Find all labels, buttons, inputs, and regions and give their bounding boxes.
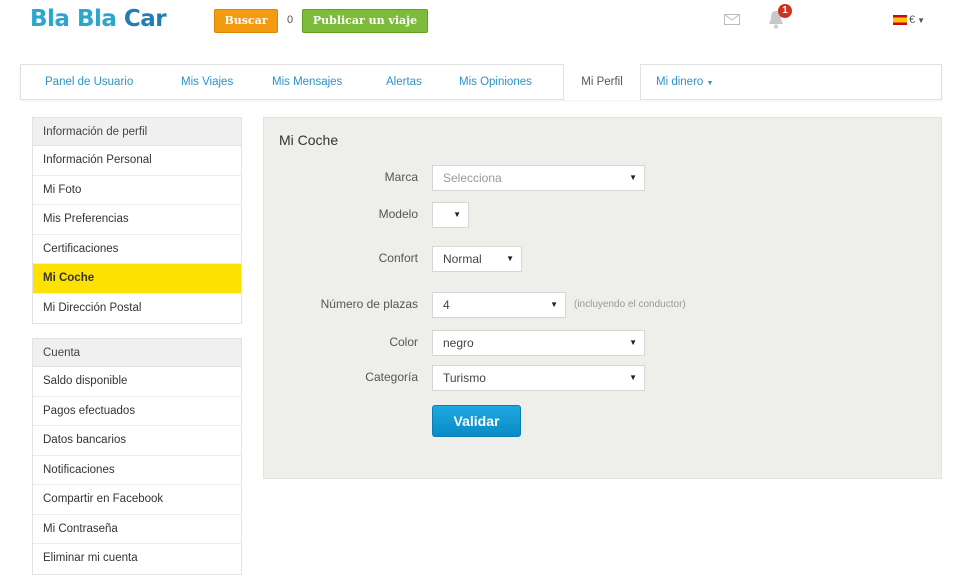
- categoria-select[interactable]: Turismo ▼: [432, 365, 645, 391]
- tab-mi-dinero-label: Mi dinero: [656, 76, 704, 88]
- confort-select-value: Normal: [443, 252, 482, 266]
- account-menu: Cuenta Saldo disponible Pagos efectuados…: [32, 338, 242, 575]
- tab-mis-mensajes[interactable]: Mis Mensajes: [272, 65, 342, 99]
- marca-select-value: Selecciona: [443, 171, 502, 185]
- marca-select[interactable]: Selecciona ▼: [432, 165, 645, 191]
- logo-text-car: Car: [123, 6, 167, 32]
- tab-panel-de-usuario[interactable]: Panel de Usuario: [45, 65, 133, 99]
- color-label: Color: [389, 335, 418, 349]
- sidebar-item-eliminar-mi-cuenta[interactable]: Eliminar mi cuenta: [33, 544, 241, 574]
- color-select-value: negro: [443, 336, 474, 350]
- tab-mis-viajes[interactable]: Mis Viajes: [181, 65, 233, 99]
- tab-mis-opiniones[interactable]: Mis Opiniones: [459, 65, 532, 99]
- sidebar-item-mi-contrasena[interactable]: Mi Contraseña: [33, 515, 241, 544]
- notification-badge: 1: [778, 4, 792, 18]
- publish-trip-button[interactable]: Publicar un viaje: [302, 9, 428, 33]
- sidebar-item-mis-preferencias[interactable]: Mis Preferencias: [33, 205, 241, 235]
- spain-flag-icon: [893, 15, 907, 25]
- sidebar-item-saldo-disponible[interactable]: Saldo disponible: [33, 367, 241, 397]
- search-count: 0: [286, 14, 294, 26]
- confort-select[interactable]: Normal ▼: [432, 246, 522, 272]
- plazas-hint: (incluyendo el conductor): [574, 299, 686, 310]
- sidebar-item-compartir-en-facebook[interactable]: Compartir en Facebook: [33, 485, 241, 515]
- sidebar-item-notificaciones[interactable]: Notificaciones: [33, 456, 241, 485]
- sidebar-item-certificaciones[interactable]: Certificaciones: [33, 235, 241, 264]
- color-select[interactable]: negro ▼: [432, 330, 645, 356]
- caret-down-icon: ▼: [706, 80, 714, 87]
- confort-label: Confort: [378, 251, 418, 265]
- modelo-select[interactable]: ▼: [432, 202, 469, 228]
- sidebar-item-informacion-personal[interactable]: Información Personal: [33, 146, 241, 176]
- tab-mi-perfil[interactable]: Mi Perfil: [563, 64, 641, 100]
- categoria-label: Categoría: [365, 370, 418, 384]
- caret-down-icon: ▼: [917, 15, 926, 25]
- tab-mi-dinero[interactable]: Mi dinero ▼: [656, 65, 713, 99]
- profile-menu-title: Información de perfil: [33, 118, 241, 146]
- blablacar-logo[interactable]: Bla Bla Car: [30, 6, 167, 32]
- profile-menu: Información de perfil Información Person…: [32, 117, 242, 324]
- caret-down-icon: ▼: [629, 338, 637, 347]
- language-currency-selector[interactable]: € ▼: [893, 13, 925, 27]
- caret-down-icon: ▼: [629, 173, 637, 182]
- plazas-select[interactable]: 4 ▼: [432, 292, 566, 318]
- plazas-select-value: 4: [443, 298, 450, 312]
- validate-button[interactable]: Validar: [432, 405, 521, 437]
- caret-down-icon: ▼: [629, 373, 637, 382]
- profile-tabs: Panel de Usuario Mis Viajes Mis Mensajes…: [20, 64, 942, 100]
- mail-icon[interactable]: [724, 14, 740, 25]
- plazas-label: Número de plazas: [320, 297, 418, 311]
- modelo-label: Modelo: [378, 207, 418, 221]
- top-header: Bla Bla Car Buscar 0 Publicar un viaje 1…: [0, 0, 956, 46]
- caret-down-icon: ▼: [506, 254, 514, 263]
- sidebar-item-mi-direccion-postal[interactable]: Mi Dirección Postal: [33, 294, 241, 324]
- marca-label: Marca: [384, 170, 418, 184]
- sidebar-item-mi-coche[interactable]: Mi Coche: [33, 264, 241, 294]
- sidebar-item-pagos-efectuados[interactable]: Pagos efectuados: [33, 397, 241, 426]
- search-button[interactable]: Buscar: [214, 9, 278, 33]
- tab-alertas[interactable]: Alertas: [386, 65, 422, 99]
- currency-label: €: [909, 14, 916, 26]
- caret-down-icon: ▼: [453, 210, 461, 219]
- categoria-select-value: Turismo: [443, 371, 486, 385]
- logo-text-bla: Bla Bla: [30, 6, 117, 32]
- caret-down-icon: ▼: [550, 300, 558, 309]
- sidebar-item-mi-foto[interactable]: Mi Foto: [33, 176, 241, 205]
- account-menu-title: Cuenta: [33, 339, 241, 367]
- panel-title: Mi Coche: [279, 132, 339, 148]
- my-car-panel: Mi Coche Marca Selecciona ▼ Modelo ▼ Con…: [263, 117, 942, 479]
- sidebar-item-datos-bancarios[interactable]: Datos bancarios: [33, 426, 241, 456]
